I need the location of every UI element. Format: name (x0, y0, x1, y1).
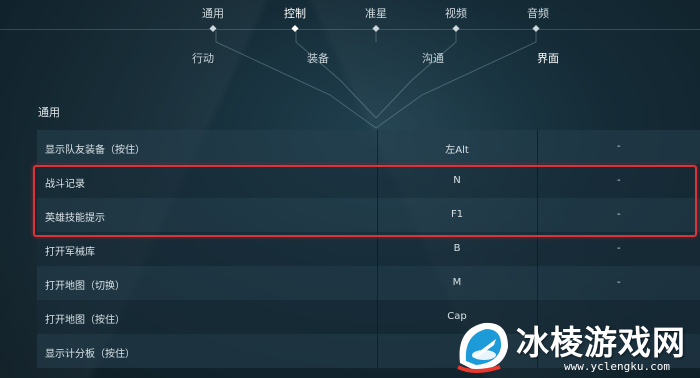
highlight-box (33, 165, 697, 237)
keybind-row[interactable]: 显示队友装备（按住） 左Alt - (37, 130, 700, 164)
column-divider (377, 334, 378, 368)
keybind-row[interactable]: 打开地图（切换） M - (37, 266, 700, 300)
column-divider (377, 266, 378, 300)
tab-bar-divider (0, 29, 700, 30)
tab-controls[interactable]: 控制 (284, 5, 306, 21)
primary-key-value: B (453, 243, 461, 254)
keybind-action-label: 显示队友装备（按住） (45, 145, 145, 156)
keybind-action-label: 打开地图（切换） (45, 281, 125, 292)
secondary-key-slot[interactable]: - (617, 277, 621, 288)
column-divider (377, 232, 378, 266)
watermark-title: 冰棱游戏网 (516, 323, 686, 362)
tab-video[interactable]: 视频 (445, 5, 467, 21)
column-divider (377, 130, 378, 164)
watermark-logo-icon (457, 322, 508, 373)
tab-crosshair[interactable]: 准星 (365, 5, 387, 21)
primary-key-value: M (452, 277, 462, 288)
top-tab-bar: 通用 控制 准星 视频 音频 (0, 0, 700, 34)
subtab-equipment[interactable]: 装备 (307, 50, 329, 66)
keybind-action-label: 打开地图（按住） (45, 315, 125, 326)
keybind-action-label: 显示计分板（按住） (45, 349, 135, 360)
secondary-key-slot[interactable]: - (617, 243, 621, 254)
tab-indicator-dot (209, 24, 217, 33)
subtab-movement[interactable]: 行动 (192, 50, 214, 66)
subtab-communication[interactable]: 沟通 (422, 50, 444, 66)
tab-indicator-dot (372, 24, 380, 33)
tab-audio[interactable]: 音频 (527, 5, 549, 21)
primary-key-value: 左Alt (445, 145, 469, 156)
site-watermark: 冰棱游戏网 www.yclengku.com (446, 313, 700, 378)
column-divider (537, 232, 538, 266)
column-divider (377, 300, 378, 334)
column-divider (537, 130, 538, 164)
section-title: 通用 (38, 106, 60, 119)
tab-indicator-dot (532, 24, 540, 33)
subtab-interface[interactable]: 界面 (537, 50, 559, 66)
tab-indicator-dot-active (291, 24, 299, 33)
keybind-action-label: 打开军械库 (45, 247, 95, 258)
column-divider (537, 266, 538, 300)
watermark-url: www.yclengku.com (564, 360, 670, 373)
keybind-row[interactable]: 打开军械库 B - (37, 232, 700, 266)
tab-indicator-dot (452, 24, 460, 33)
secondary-key-slot[interactable]: - (617, 141, 621, 152)
tab-general[interactable]: 通用 (202, 5, 224, 21)
